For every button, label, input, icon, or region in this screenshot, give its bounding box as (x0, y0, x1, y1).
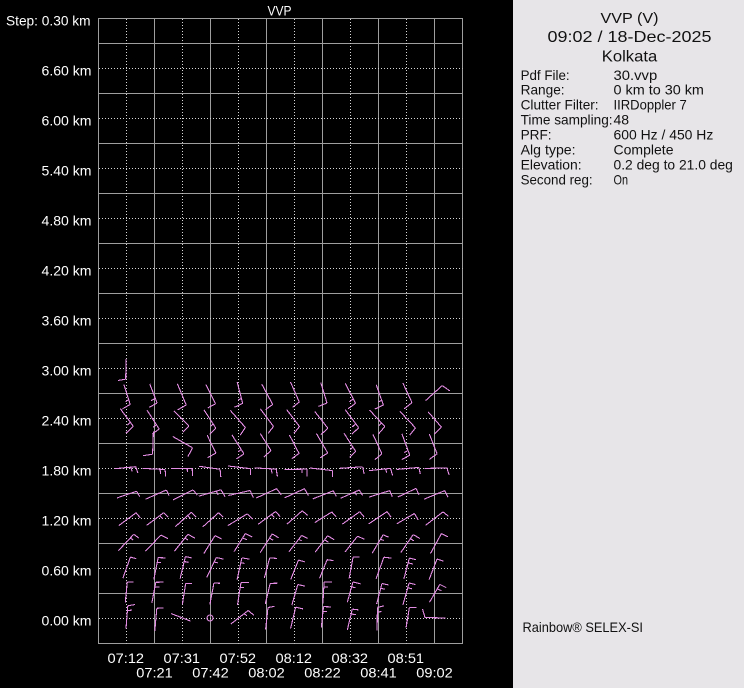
svg-text:Second reg:: Second reg: (521, 171, 593, 187)
svg-text:07:42: 07:42 (192, 665, 229, 681)
svg-text:1.80 km: 1.80 km (42, 463, 92, 479)
svg-text:2.40 km: 2.40 km (42, 413, 92, 429)
svg-text:09:02: 09:02 (416, 665, 453, 681)
svg-text:IIRDoppler 7: IIRDoppler 7 (614, 97, 687, 113)
svg-text:On: On (614, 171, 629, 187)
svg-text:3.00 km: 3.00 km (42, 363, 92, 379)
svg-text:4.80 km: 4.80 km (42, 213, 92, 229)
svg-text:Clutter Filter:: Clutter Filter: (521, 97, 599, 113)
svg-text:30.vvp: 30.vvp (614, 67, 658, 83)
svg-text:600 Hz / 450 Hz: 600 Hz / 450 Hz (614, 127, 714, 143)
svg-text:Rainbow® SELEX-SI: Rainbow® SELEX-SI (523, 619, 644, 635)
svg-text:07:21: 07:21 (136, 665, 173, 681)
svg-text:PRF:: PRF: (521, 127, 552, 143)
svg-text:0 km to 30 km: 0 km to 30 km (614, 82, 704, 98)
svg-text:Kolkata: Kolkata (602, 49, 658, 66)
svg-text:Elevation:: Elevation: (521, 156, 582, 172)
svg-text:5.40 km: 5.40 km (42, 163, 92, 179)
svg-text:Range:: Range: (521, 82, 565, 98)
svg-text:0.60 km: 0.60 km (42, 563, 92, 579)
svg-text:Time sampling:: Time sampling: (521, 112, 613, 128)
svg-text:09:02 / 18-Dec-2025: 09:02 / 18-Dec-2025 (548, 29, 712, 46)
svg-text:08:02: 08:02 (248, 665, 285, 681)
svg-text:Pdf File:: Pdf File: (521, 67, 570, 83)
svg-text:Alg type:: Alg type: (521, 141, 576, 157)
svg-text:08:41: 08:41 (360, 665, 397, 681)
svg-text:6.60 km: 6.60 km (42, 63, 92, 79)
svg-text:0.2 deg to 21.0 deg: 0.2 deg to 21.0 deg (614, 156, 733, 172)
svg-text:VVP: VVP (268, 2, 292, 18)
svg-text:Complete: Complete (614, 141, 674, 157)
svg-text:1.20 km: 1.20 km (42, 513, 92, 529)
svg-text:4.20 km: 4.20 km (42, 263, 92, 279)
svg-text:3.60 km: 3.60 km (42, 313, 92, 329)
svg-text:48: 48 (614, 112, 630, 128)
svg-text:0.00 km: 0.00 km (42, 613, 92, 629)
svg-text:Step: 0.30 km: Step: 0.30 km (6, 12, 91, 28)
svg-text:08:22: 08:22 (304, 665, 341, 681)
svg-text:VVP (V): VVP (V) (601, 10, 659, 27)
svg-text:6.00 km: 6.00 km (42, 113, 92, 129)
